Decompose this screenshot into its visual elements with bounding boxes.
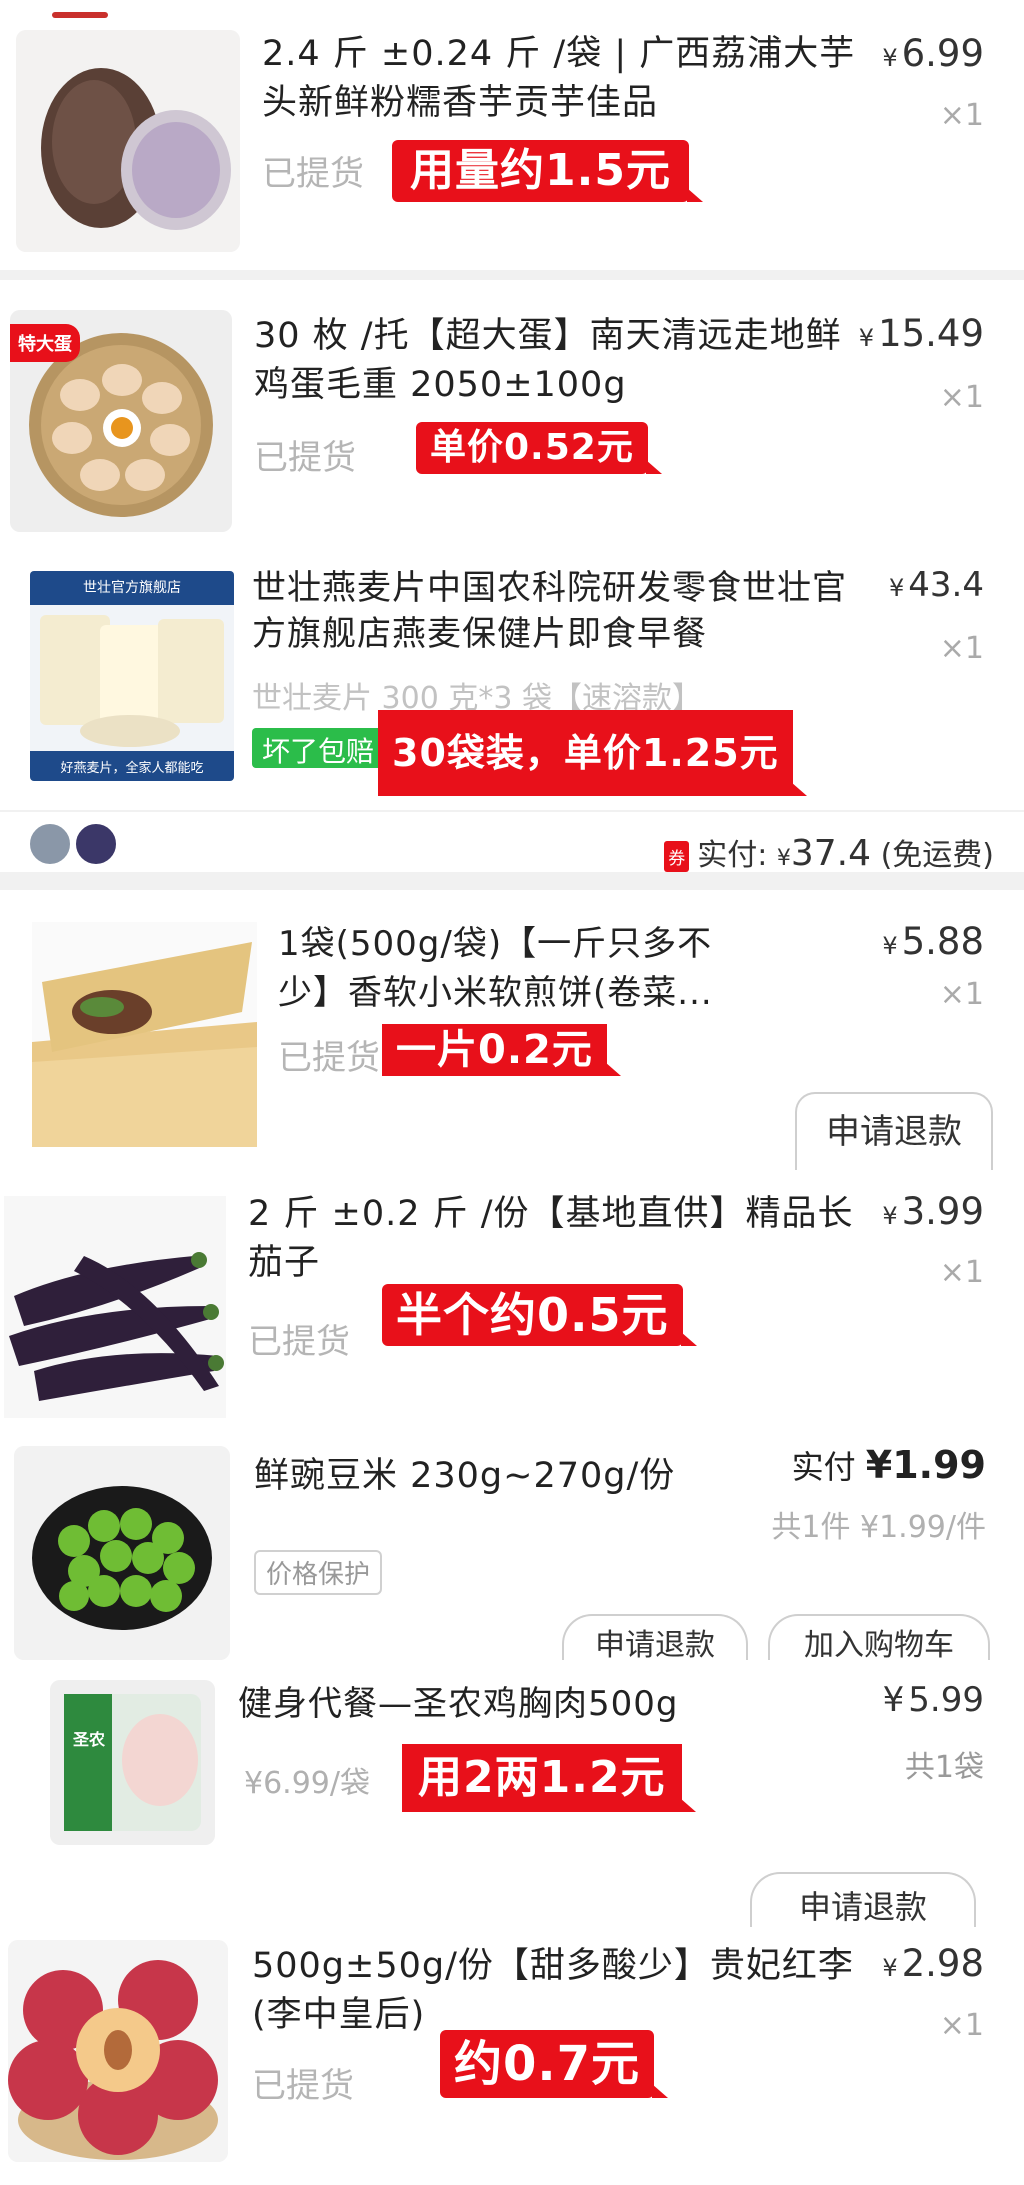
pkg-brand: 圣农 [72,1730,105,1749]
avatar[interactable] [74,822,118,866]
order-item-oatmeal[interactable]: 世壮官方旗舰店 好燕麦片，全家人都能吃 世壮燕麦片中国农科院研发零食世壮官方旗舰… [0,555,1024,800]
divider [0,270,1024,280]
item-quantity: ×1 [939,631,984,666]
paid-label: 实付 [791,1448,856,1486]
item-quantity: ×1 [939,1255,984,1290]
peas-image[interactable] [14,1446,230,1660]
item-summary: 共1件 ¥1.99/件 [771,1510,986,1545]
tab-indicator [52,12,108,18]
pancake-image[interactable] [32,922,257,1147]
taro-image[interactable] [16,30,240,252]
item-price: ¥43.4 [889,565,984,605]
store-footer: 好燕麦片，全家人都能吃 [60,761,204,776]
price-sticker: 单价0.52元 [416,422,662,474]
eggplant-image[interactable] [4,1196,226,1418]
item-status: 已提货 [252,2066,354,2106]
item-price: ¥6.99 [882,32,984,75]
order-item-peas[interactable]: 鲜豌豆米 230g~270g/份 实付 ¥1.99 共1件 ¥1.99/件 价格… [0,1430,1024,1660]
item-status: 已提货 [248,1322,350,1362]
price-sticker: 约0.7元 [440,2030,669,2098]
divider [0,872,1024,890]
item-price: ¥5.99 [882,1680,984,1720]
item-price: ¥3.99 [882,1190,984,1233]
order-item-chicken[interactable]: 圣农 健身代餐—圣农鸡胸肉500g ¥5.99 共1袋 ¥6.99/袋 用2两1… [0,1662,1024,1927]
order-item-plum[interactable]: 500g±50g/份【甜多酸少】贵妃红李(李中皇后) ¥2.98 ×1 已提货 … [0,1930,1024,2185]
paid-amount: 37.4 [790,833,872,874]
item-title[interactable]: 世壮燕麦片中国农科院研发零食世壮官方旗舰店燕麦保健片即食早餐 [252,565,872,657]
price-protect-tag: 价格保护 [254,1550,383,1595]
add-to-cart-button[interactable]: 加入购物车 [768,1614,990,1660]
item-title[interactable]: 鲜豌豆米 230g~270g/份 [254,1452,724,1501]
item-quantity: ×1 [939,2008,984,2043]
item-title[interactable]: 30 枚 /托【超大蛋】南天清远走地鲜鸡蛋毛重 2050±100g [254,312,864,410]
order-item-pancake[interactable]: 1袋(500g/袋)【一斤只多不少】香软小米软煎饼(卷菜... ¥5.88 ×1… [0,900,1024,1170]
item-title[interactable]: 健身代餐—圣农鸡胸肉500g [238,1680,838,1729]
order-item-eggs[interactable]: 特大蛋 30 枚 /托【超大蛋】南天清远走地鲜鸡蛋毛重 2050±100g ¥1… [0,290,1024,540]
oatmeal-image[interactable]: 世壮官方旗舰店 好燕麦片，全家人都能吃 [30,571,234,781]
order-total: 券实付: ¥37.4 (免运费) [664,830,994,874]
original-price: ¥6.99/袋 [244,1766,370,1801]
refund-button[interactable]: 申请退款 [562,1614,748,1660]
item-status: 已提货 [278,1038,380,1078]
item-status: 已提货 [262,154,364,194]
item-price: ¥5.88 [882,920,984,963]
item-quantity: 共1袋 [904,1750,984,1785]
item-quantity: ×1 [939,977,984,1012]
item-quantity: ×1 [939,98,984,133]
price-sticker: 用2两1.2元 [402,1744,696,1812]
refund-button[interactable]: 申请退款 [795,1092,993,1170]
item-price: ¥2.98 [882,1942,984,1985]
price-sticker: 半个约0.5元 [382,1284,696,1346]
item-price: 实付 ¥1.99 [791,1443,986,1487]
paid-label: 实付: [697,838,768,873]
chicken-breast-image[interactable]: 圣农 [50,1680,215,1845]
item-price: ¥15.49 [858,312,984,355]
plum-image[interactable] [8,1940,228,2162]
item-title[interactable]: 1袋(500g/袋)【一斤只多不少】香软小米软煎饼(卷菜... [278,920,738,1018]
order-footer: 券实付: ¥37.4 (免运费) [0,810,1024,874]
refund-button[interactable]: 申请退款 [750,1872,976,1927]
shipping-note: (免运费) [880,838,994,873]
item-title[interactable]: 500g±50g/份【甜多酸少】贵妃红李(李中皇后) [252,1942,872,2040]
currency: ¥ [776,846,791,871]
item-status: 已提货 [254,438,356,478]
guarantee-tag: 坏了包赔 [252,728,385,768]
price-sticker: 30袋装，单价1.25元 [378,710,807,796]
price-sticker: 一片0.2元 [382,1024,621,1076]
price-sticker: 用量约1.5元 [392,140,703,202]
item-quantity: ×1 [939,380,984,415]
order-list-page: 2.4 斤 ±0.24 斤 /袋 | 广西荔浦大芋头新鲜粉糯香芋贡芋佳品 ¥6.… [0,0,1024,2185]
order-item-taro[interactable]: 2.4 斤 ±0.24 斤 /袋 | 广西荔浦大芋头新鲜粉糯香芋贡芋佳品 ¥6.… [0,20,1024,275]
item-title[interactable]: 2 斤 ±0.2 斤 /份【基地直供】精品长茄子 [248,1190,858,1288]
big-egg-badge: 特大蛋 [10,324,80,362]
avatar[interactable] [28,822,72,866]
store-banner: 世壮官方旗舰店 [83,580,181,596]
order-item-eggplant[interactable]: 2 斤 ±0.2 斤 /份【基地直供】精品长茄子 ¥3.99 ×1 已提货 半个… [0,1180,1024,1420]
coupon-icon: 券 [664,841,690,872]
item-title[interactable]: 2.4 斤 ±0.24 斤 /袋 | 广西荔浦大芋头新鲜粉糯香芋贡芋佳品 [262,30,882,128]
eggs-image[interactable]: 特大蛋 [10,310,232,532]
